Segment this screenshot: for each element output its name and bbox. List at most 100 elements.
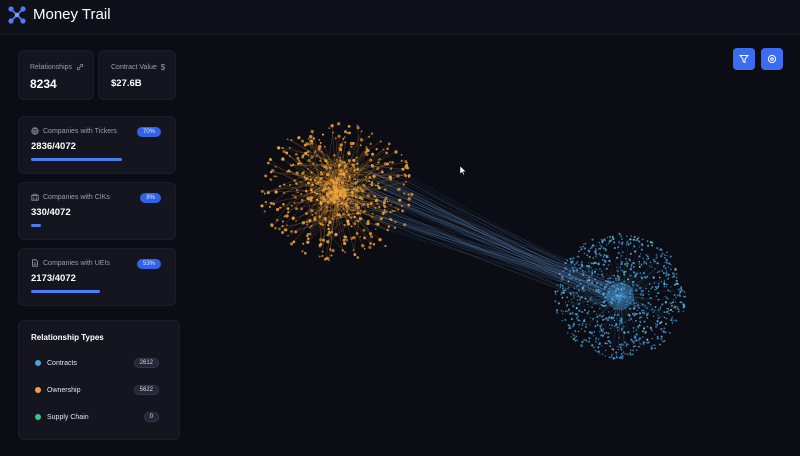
graph-node bbox=[606, 342, 609, 345]
graph-node bbox=[332, 153, 336, 157]
graph-node bbox=[643, 273, 645, 275]
graph-node bbox=[648, 293, 650, 296]
relationships-card: Relationships 8234 bbox=[18, 50, 94, 100]
graph-node bbox=[593, 310, 595, 313]
graph-node bbox=[574, 339, 577, 342]
graph-node bbox=[633, 340, 636, 343]
graph-node bbox=[632, 327, 635, 329]
graph-node bbox=[579, 246, 582, 248]
graph-node bbox=[347, 197, 350, 201]
graph-node bbox=[581, 265, 584, 268]
graph-node bbox=[623, 280, 625, 283]
relationship-type-count: 0 bbox=[143, 412, 159, 422]
graph-node bbox=[583, 309, 586, 311]
graph-node bbox=[584, 242, 587, 245]
graph-node bbox=[646, 244, 650, 248]
graph-node bbox=[626, 261, 628, 263]
graph-node bbox=[312, 137, 315, 140]
graph-node bbox=[569, 271, 571, 273]
graph-node bbox=[304, 151, 308, 155]
graph-node bbox=[658, 343, 661, 346]
graph-node bbox=[367, 206, 370, 208]
graph-node bbox=[672, 272, 675, 276]
graph-node bbox=[331, 248, 335, 253]
graph-node bbox=[603, 318, 606, 321]
graph-node bbox=[581, 310, 584, 313]
graph-node bbox=[590, 266, 592, 269]
graph-node bbox=[616, 256, 619, 259]
graph-node bbox=[566, 296, 569, 299]
graph-node bbox=[663, 316, 666, 319]
relationship-type-label: Ownership bbox=[47, 386, 81, 394]
graph-node bbox=[630, 235, 633, 238]
graph-node bbox=[638, 255, 641, 258]
graph-node bbox=[629, 274, 632, 277]
graph-node bbox=[588, 288, 590, 290]
graph-node bbox=[591, 306, 593, 309]
graph-node bbox=[596, 323, 599, 327]
graph-node bbox=[347, 151, 351, 155]
graph-node bbox=[570, 318, 573, 321]
graph-node bbox=[645, 254, 648, 257]
graph-node bbox=[301, 250, 304, 253]
graph-node bbox=[672, 301, 675, 304]
graph-node bbox=[636, 309, 639, 311]
graph-edge bbox=[338, 148, 388, 188]
graph-node bbox=[344, 130, 347, 134]
graph-node bbox=[632, 353, 634, 356]
graph-node bbox=[634, 336, 637, 339]
graph-node bbox=[273, 175, 276, 178]
graph-node bbox=[646, 258, 648, 261]
graph-node bbox=[346, 132, 349, 135]
graph-node bbox=[618, 336, 620, 339]
graph-node bbox=[561, 319, 563, 322]
network-graph-canvas[interactable] bbox=[192, 36, 800, 456]
graph-node bbox=[393, 226, 397, 230]
graph-node bbox=[638, 240, 641, 243]
relationship-type-row-supply-chain[interactable]: Supply Chain 0 bbox=[35, 411, 159, 423]
graph-node bbox=[340, 181, 344, 185]
graph-node bbox=[601, 284, 603, 286]
graph-node bbox=[603, 286, 606, 289]
graph-node bbox=[672, 310, 674, 313]
graph-node bbox=[366, 194, 370, 198]
mouse-cursor-icon bbox=[459, 165, 467, 176]
relationship-types-title: Relationship Types bbox=[31, 333, 104, 342]
settings-button[interactable] bbox=[761, 48, 783, 70]
graph-node bbox=[646, 307, 648, 310]
graph-node bbox=[621, 344, 624, 347]
graph-node bbox=[402, 183, 405, 186]
graph-node bbox=[554, 300, 557, 303]
graph-node bbox=[581, 324, 583, 327]
graph-node bbox=[600, 273, 604, 276]
relationship-type-row-contracts[interactable]: Contracts 2612 bbox=[35, 357, 159, 369]
graph-node bbox=[572, 256, 575, 260]
graph-node bbox=[369, 242, 372, 245]
graph-node bbox=[323, 145, 326, 148]
graph-node bbox=[371, 212, 374, 215]
graph-node bbox=[588, 340, 590, 343]
graph-node bbox=[575, 317, 579, 320]
graph-node bbox=[368, 180, 371, 183]
graph-node bbox=[667, 289, 670, 292]
graph-node bbox=[597, 346, 600, 349]
graph-node bbox=[335, 186, 338, 189]
graph-node bbox=[313, 151, 317, 154]
graph-node bbox=[575, 291, 578, 294]
relationship-type-row-ownership[interactable]: Ownership 5622 bbox=[35, 384, 159, 396]
graph-node bbox=[599, 326, 602, 328]
graph-node bbox=[264, 174, 268, 178]
graph-node bbox=[295, 171, 299, 175]
graph-node bbox=[665, 274, 668, 277]
filter-button[interactable] bbox=[733, 48, 755, 70]
graph-node bbox=[579, 267, 582, 270]
graph-node bbox=[377, 161, 380, 164]
graph-node bbox=[332, 131, 334, 134]
graph-node bbox=[584, 271, 586, 273]
graph-node bbox=[668, 331, 671, 334]
graph-node bbox=[628, 258, 631, 261]
graph-node bbox=[651, 241, 654, 244]
graph-node bbox=[345, 238, 349, 242]
graph-node bbox=[592, 317, 595, 320]
graph-node bbox=[609, 277, 612, 280]
